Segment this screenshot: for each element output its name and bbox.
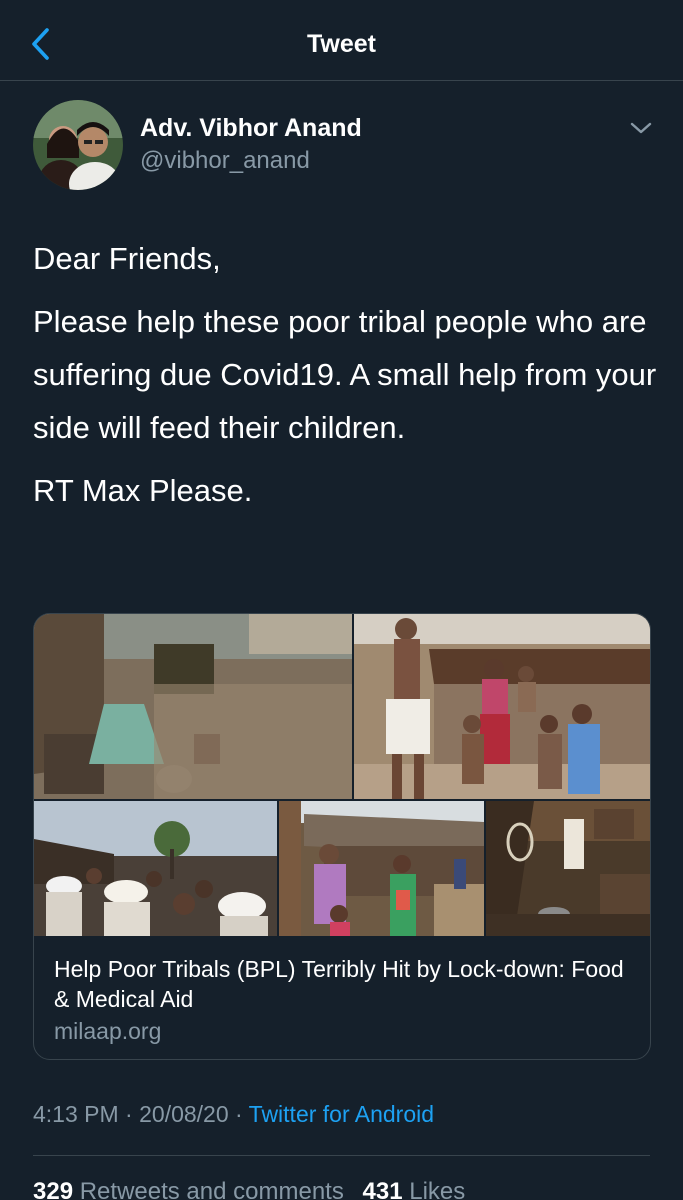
card-title: Help Poor Tribals (BPL) Terribly Hit by … — [54, 956, 624, 1012]
meta-separator: · — [228, 1101, 249, 1127]
divider — [33, 1155, 650, 1156]
avatar[interactable] — [33, 100, 123, 190]
author-info: Adv. Vibhor Anand @vibhor_anand — [140, 114, 362, 175]
engagement-stats: 329 Retweets and comments 431 Likes — [33, 1178, 477, 1200]
author-name[interactable]: Adv. Vibhor Anand — [140, 114, 362, 143]
tweet-paragraph: Dear Friends, — [33, 241, 221, 276]
tweet-text: Dear Friends, Please help these poor tri… — [33, 232, 663, 527]
chevron-down-icon — [630, 122, 652, 134]
likes-stat[interactable]: 431 Likes — [363, 1178, 466, 1200]
author-handle: @vibhor_anand — [140, 147, 310, 174]
tweet-date: 20/08/20 — [139, 1101, 229, 1127]
card-domain: milaap.org — [54, 1018, 162, 1044]
page-title: Tweet — [307, 30, 376, 58]
retweets-count: 329 — [33, 1178, 74, 1200]
tweet-paragraph: Please help these poor tribal people who… — [33, 304, 657, 445]
meta-separator: · — [118, 1101, 140, 1127]
retweets-stat[interactable]: 329 Retweets and comments — [33, 1178, 344, 1200]
card-image-collage — [34, 614, 650, 936]
card-info: Help Poor Tribals (BPL) Terribly Hit by … — [34, 936, 650, 1045]
card-image — [34, 614, 650, 936]
avatar-photo — [33, 100, 123, 190]
likes-label: Likes — [409, 1178, 466, 1200]
retweets-label: Retweets and comments — [79, 1178, 344, 1200]
tweet-paragraph: RT Max Please. — [33, 473, 253, 508]
tweet-author-header: Adv. Vibhor Anand @vibhor_anand — [0, 100, 683, 195]
tweet-detail-screen: Tweet Adv. Vibhor Anand @vibhor_anand De… — [0, 0, 683, 1200]
tweet-menu-button[interactable] — [626, 118, 656, 142]
likes-count: 431 — [362, 1178, 403, 1200]
top-nav-bar: Tweet — [0, 0, 683, 81]
link-preview-card[interactable]: Help Poor Tribals (BPL) Terribly Hit by … — [33, 613, 651, 1060]
tweet-time: 4:13 PM — [33, 1101, 119, 1127]
tweet-metadata: 4:13 PM · 20/08/20 · Twitter for Android — [33, 1101, 434, 1128]
tweet-source-link[interactable]: Twitter for Android — [249, 1101, 434, 1127]
